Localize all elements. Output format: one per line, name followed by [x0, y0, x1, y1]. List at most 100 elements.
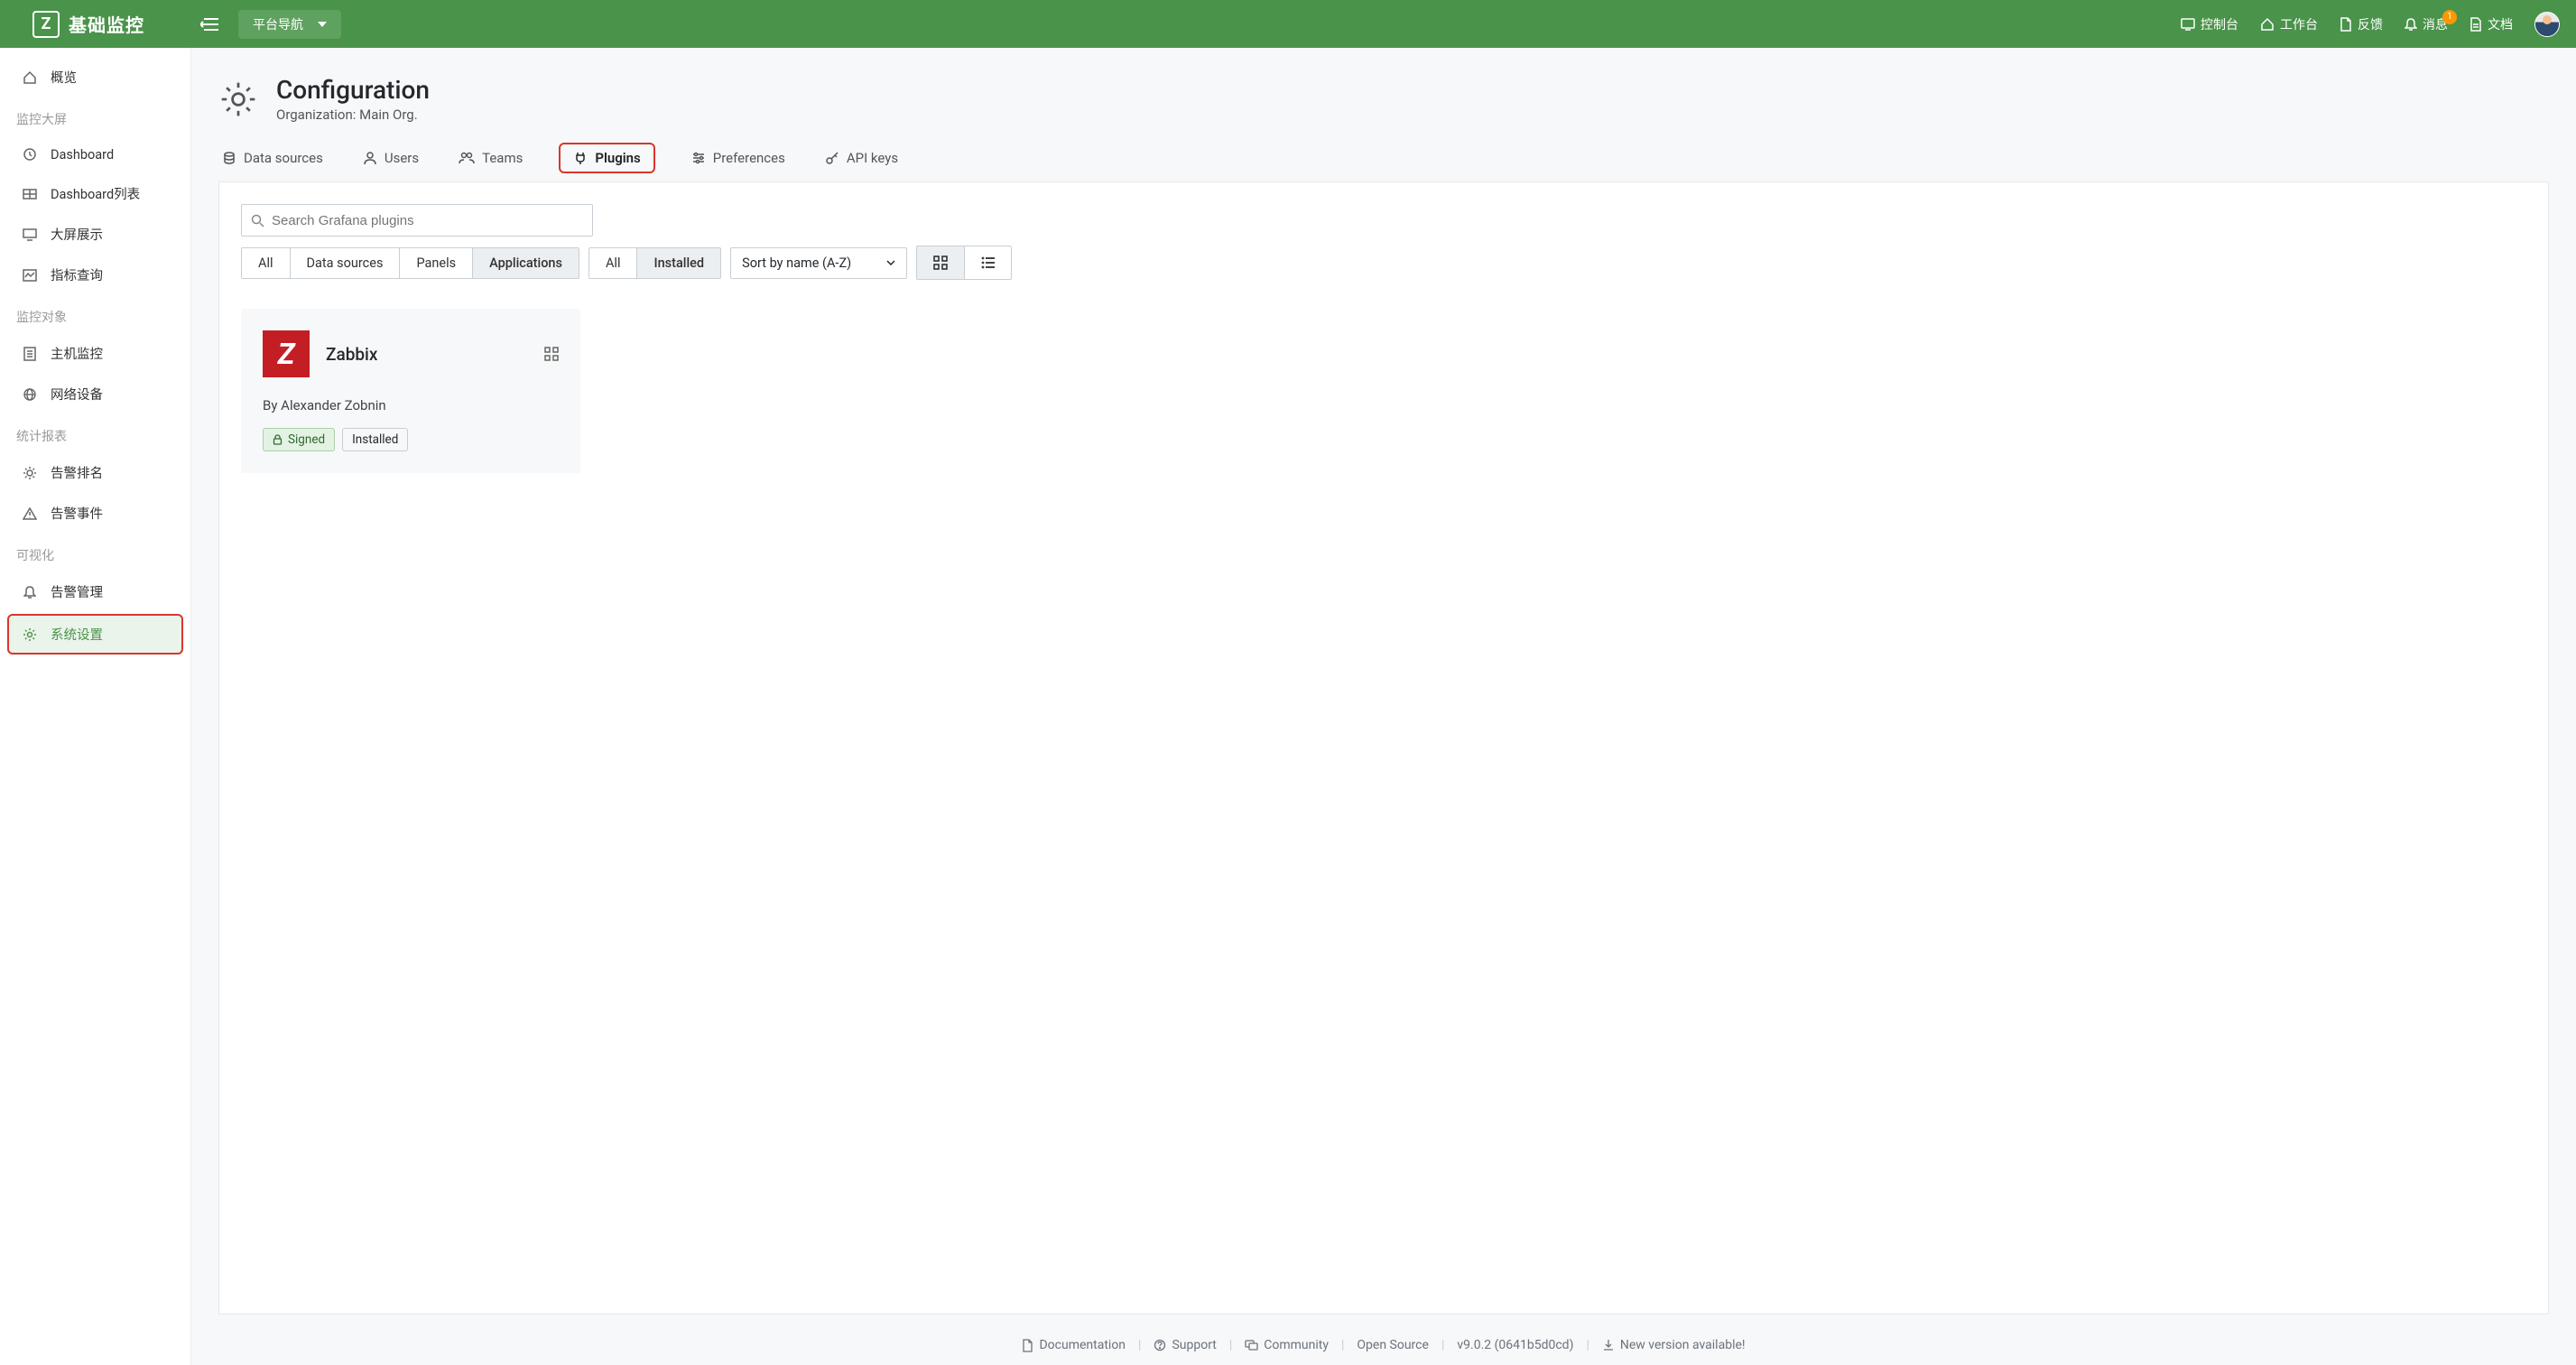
tab-preferences[interactable]: Preferences: [688, 143, 789, 173]
install-filter: All Installed: [588, 247, 721, 279]
sidebar-item-dashboard-list[interactable]: Dashboard列表: [0, 173, 190, 214]
sidebar-group-targets: 监控对象: [0, 295, 190, 333]
server-icon: [22, 346, 38, 362]
tab-api-keys[interactable]: API keys: [821, 143, 902, 173]
sidebar-item-system[interactable]: 系统设置: [7, 614, 183, 655]
view-toggle: [916, 246, 1012, 280]
list-icon: [981, 256, 996, 269]
logo[interactable]: Z 基础监控: [0, 11, 191, 38]
sidebar-item-alert-rank[interactable]: 告警排名: [0, 452, 190, 493]
sidebar-item-metrics[interactable]: 指标查询: [0, 255, 190, 295]
platform-nav-label: 平台导航: [253, 15, 303, 33]
warning-icon: [22, 506, 38, 522]
gear-icon: [218, 79, 258, 119]
home-icon: [22, 70, 38, 86]
page-title: Configuration: [276, 75, 430, 105]
key-icon: [825, 151, 839, 165]
nav-docs[interactable]: 文档: [2469, 15, 2513, 33]
menu-collapse-icon: [200, 16, 218, 32]
config-tabs: Data sources Users Teams Plugins Prefere…: [218, 139, 2549, 181]
filter-type-all[interactable]: All: [242, 248, 290, 278]
sidebar-item-dashboard[interactable]: Dashboard: [0, 135, 190, 173]
gear-icon: [22, 627, 38, 643]
tab-teams[interactable]: Teams: [455, 143, 526, 173]
sidebar-item-host[interactable]: 主机监控: [0, 333, 190, 374]
footer-support[interactable]: Support: [1154, 1338, 1216, 1352]
nav-feedback[interactable]: 反馈: [2340, 15, 2383, 33]
filter-install-all[interactable]: All: [589, 248, 637, 278]
sidebar: 概览 监控大屏 Dashboard Dashboard列表 大屏展示 指标查询 …: [0, 48, 191, 1365]
sidebar-group-bigscreen: 监控大屏: [0, 98, 190, 135]
monitor-icon: [2181, 18, 2195, 31]
database-icon: [222, 151, 236, 165]
caret-down-icon: [318, 22, 327, 27]
footer-new-version[interactable]: New version available!: [1602, 1338, 1746, 1352]
download-icon: [1602, 1339, 1615, 1351]
search-plugins[interactable]: [241, 204, 593, 237]
footer-community[interactable]: Community: [1245, 1338, 1329, 1352]
sort-select[interactable]: Sort by name (A-Z): [730, 247, 907, 279]
apps-icon: [544, 347, 559, 361]
plugins-panel: All Data sources Panels Applications All…: [218, 181, 2549, 1314]
sidebar-item-alert-events[interactable]: 告警事件: [0, 493, 190, 534]
user-icon: [363, 151, 377, 165]
footer-version: v9.0.2 (0641b5d0cd): [1457, 1338, 1573, 1352]
logo-text: 基础监控: [69, 11, 144, 37]
plug-icon: [573, 151, 588, 165]
sidebar-item-network[interactable]: 网络设备: [0, 374, 190, 414]
plugin-card-zabbix[interactable]: Z Zabbix By Alexander Zobnin Signed: [241, 309, 580, 473]
badge-signed: Signed: [263, 428, 335, 451]
platform-nav-dropdown[interactable]: 平台导航: [238, 10, 341, 39]
sliders-icon: [691, 151, 706, 165]
chart-icon: [22, 267, 38, 283]
home-icon: [2260, 17, 2275, 32]
document-icon: [1022, 1339, 1033, 1352]
grid-icon: [22, 186, 38, 202]
chevron-down-icon: [886, 260, 895, 265]
sidebar-item-bigscreen[interactable]: 大屏展示: [0, 214, 190, 255]
file-icon: [2469, 17, 2482, 32]
document-icon: [2340, 17, 2352, 32]
sidebar-collapse-button[interactable]: [191, 0, 227, 48]
bell-icon: [22, 584, 38, 600]
sidebar-group-viz: 可视化: [0, 534, 190, 571]
chat-icon: [1245, 1340, 1258, 1351]
plugin-name: Zabbix: [326, 344, 377, 365]
plugin-author: By Alexander Zobnin: [263, 397, 559, 413]
user-avatar[interactable]: [2534, 12, 2560, 37]
nav-console[interactable]: 控制台: [2181, 15, 2238, 33]
help-icon: [1154, 1339, 1166, 1351]
badge-installed: Installed: [342, 428, 408, 451]
sidebar-item-overview[interactable]: 概览: [0, 57, 190, 98]
nav-workbench[interactable]: 工作台: [2260, 15, 2318, 33]
clock-icon: [22, 146, 38, 162]
nav-messages[interactable]: 消息 1: [2405, 15, 2448, 33]
filter-type-panels[interactable]: Panels: [399, 248, 472, 278]
monitor-icon: [22, 227, 38, 243]
plugin-logo: Z: [263, 330, 310, 377]
tab-users[interactable]: Users: [359, 143, 422, 173]
top-right-nav: 控制台 工作台 反馈 消息 1 文档: [2181, 12, 2560, 37]
filter-install-installed[interactable]: Installed: [636, 248, 720, 278]
page-header: Configuration Organization: Main Org.: [218, 75, 2549, 123]
footer-documentation[interactable]: Documentation: [1022, 1338, 1126, 1352]
tab-plugins[interactable]: Plugins: [559, 143, 654, 173]
main-content: Configuration Organization: Main Org. Da…: [191, 48, 2576, 1365]
filter-toolbar: All Data sources Panels Applications All…: [241, 246, 2526, 280]
footer-open-source: Open Source: [1357, 1338, 1429, 1352]
sidebar-item-alert-mgmt[interactable]: 告警管理: [0, 571, 190, 612]
filter-type-data-sources[interactable]: Data sources: [290, 248, 400, 278]
footer: Documentation | Support | Community | Op…: [218, 1332, 2549, 1354]
view-grid-button[interactable]: [917, 246, 964, 279]
filter-type-applications[interactable]: Applications: [472, 248, 579, 278]
top-bar: Z 基础监控 平台导航 控制台 工作台 反馈: [0, 0, 2576, 48]
search-input[interactable]: [272, 213, 583, 228]
sidebar-group-reports: 统计报表: [0, 414, 190, 452]
globe-icon: [22, 386, 38, 403]
type-filter: All Data sources Panels Applications: [241, 247, 579, 279]
lock-icon: [273, 434, 283, 445]
alert-icon: [22, 465, 38, 481]
users-icon: [459, 151, 475, 165]
view-list-button[interactable]: [964, 246, 1011, 279]
tab-data-sources[interactable]: Data sources: [218, 143, 327, 173]
